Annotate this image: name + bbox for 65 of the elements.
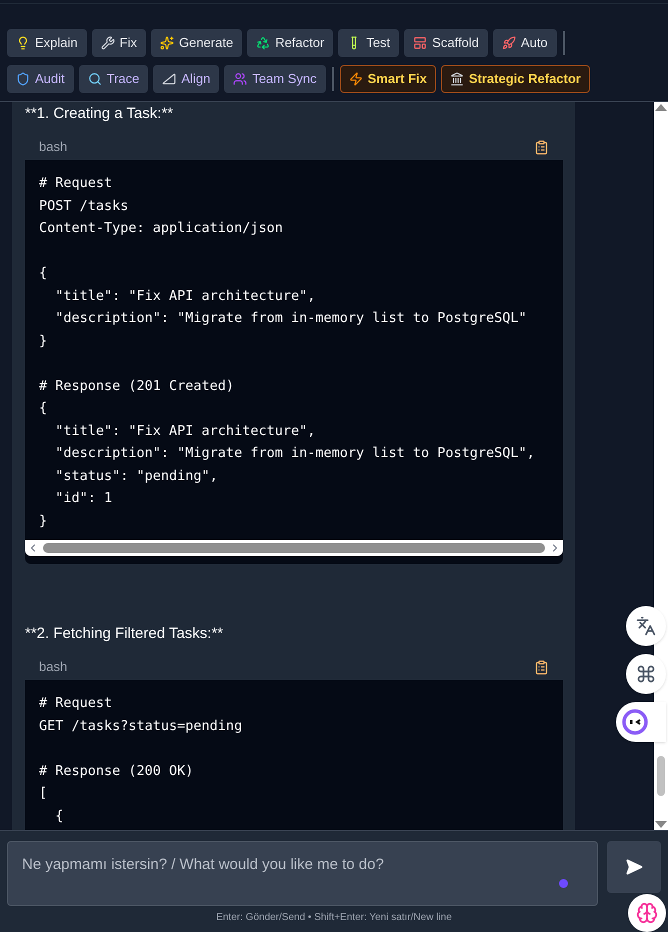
code-language-label: bash bbox=[39, 658, 68, 676]
toolbar-button[interactable]: Auto bbox=[492, 29, 557, 57]
send-icon bbox=[625, 858, 644, 876]
code-line: Content-Type: application/json bbox=[38, 219, 284, 238]
section-heading: **2. Fetching Filtered Tasks:** bbox=[24, 624, 224, 644]
scroll-up-icon[interactable] bbox=[655, 104, 667, 111]
code-line: "title": "Fix API architecture", bbox=[54, 422, 316, 440]
code-line: "description": "Migrate from in-memory list to PostgreSQL", bbox=[54, 444, 536, 463]
people-icon bbox=[233, 72, 248, 86]
code-line: } bbox=[38, 512, 48, 530]
rocket-icon bbox=[502, 36, 516, 50]
code-line: # Response (201 Created) bbox=[38, 376, 236, 396]
toolbar-button[interactable]: Fix bbox=[92, 29, 146, 57]
toolbar-button[interactable]: Smart Fix bbox=[340, 65, 436, 93]
code-language-label: bash bbox=[39, 138, 68, 156]
code-line: { bbox=[54, 806, 64, 826]
toolbar-button[interactable]: Generate bbox=[150, 29, 242, 57]
lightbulb-icon bbox=[16, 36, 30, 50]
code-line: GET /tasks?status=pending bbox=[38, 716, 244, 736]
code-line: "description": "Migrate from in-memory list to PostgreSQL" bbox=[54, 309, 528, 328]
toolbar-button[interactable]: Strategic Refactor bbox=[440, 65, 590, 93]
code-line: # Request bbox=[38, 174, 114, 193]
code-line: POST /tasks bbox=[38, 196, 130, 216]
code-line: "id": 1 bbox=[54, 489, 114, 508]
code-line: # Response (200 OK) bbox=[38, 762, 194, 780]
toolbar-button[interactable]: Refactor bbox=[247, 29, 334, 57]
toolbar-button[interactable]: Test bbox=[338, 29, 400, 57]
code-line: "status": "pending", bbox=[54, 466, 219, 486]
wrench-icon bbox=[100, 36, 115, 50]
toolbar-button[interactable]: Trace bbox=[78, 65, 148, 93]
scrollbar-thumb[interactable] bbox=[657, 756, 665, 796]
code-line: { bbox=[38, 399, 48, 418]
recycle-icon bbox=[256, 36, 270, 50]
code-line: "title": "Fix API architecture", bbox=[54, 286, 316, 306]
toolbar-button[interactable]: Team Sync bbox=[224, 65, 326, 93]
lightning-icon bbox=[348, 72, 363, 86]
code-line: } bbox=[38, 332, 48, 350]
clipboard-icon[interactable] bbox=[534, 660, 549, 674]
clipboard-icon[interactable] bbox=[534, 140, 549, 154]
code-line: { bbox=[38, 264, 48, 283]
apps-button[interactable] bbox=[626, 654, 666, 694]
toolbar-button[interactable]: Audit bbox=[7, 65, 74, 93]
layout-icon bbox=[413, 36, 428, 50]
toolbar-button[interactable]: Scaffold bbox=[404, 29, 488, 57]
robot-face-icon bbox=[621, 708, 649, 736]
command-icon bbox=[636, 664, 656, 684]
brain-icon bbox=[636, 902, 658, 924]
translate-button[interactable] bbox=[626, 606, 666, 646]
send-button[interactable] bbox=[607, 841, 661, 893]
code-line: [ bbox=[38, 784, 48, 803]
ruler-icon bbox=[162, 72, 176, 86]
translate-icon bbox=[636, 616, 656, 636]
building-icon bbox=[450, 72, 464, 86]
keyboard-hint: Enter: Gönder/Send • Shift+Enter: Yeni satır/New line bbox=[216, 911, 452, 925]
section-heading: **1. Creating a Task:** bbox=[24, 104, 174, 124]
sparkles-icon bbox=[160, 36, 174, 50]
shield-icon bbox=[16, 72, 30, 86]
search-icon bbox=[88, 72, 102, 86]
toolbar-button[interactable]: Explain bbox=[7, 29, 87, 57]
horizontal-scrollbar[interactable] bbox=[25, 540, 563, 556]
toolbar-button[interactable]: Align bbox=[153, 65, 220, 93]
code-line: # Request bbox=[38, 694, 114, 713]
scrollbar-thumb[interactable] bbox=[43, 543, 545, 553]
assistant-button[interactable] bbox=[616, 702, 666, 742]
message-input[interactable]: Ne yapmamı istersin? / What would you like me to do? bbox=[7, 841, 598, 906]
